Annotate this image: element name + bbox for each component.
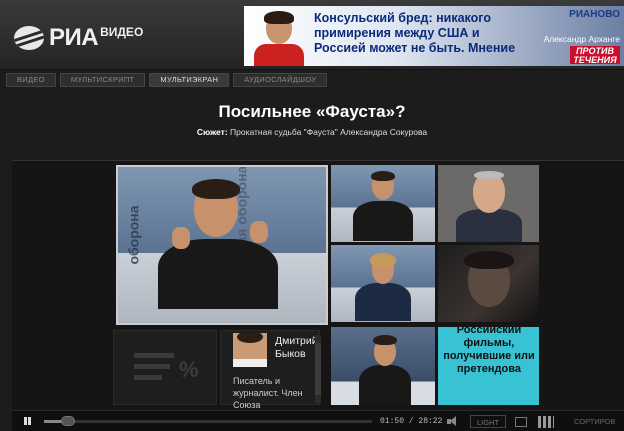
tab-multiscreen[interactable]: Мультиэкран xyxy=(149,73,230,87)
video-tile-2[interactable] xyxy=(331,165,435,242)
person-photo xyxy=(233,333,267,367)
speaker xyxy=(359,335,411,405)
speaker xyxy=(158,177,278,309)
grid-view-icon[interactable] xyxy=(538,416,554,428)
fullscreen-icon[interactable] xyxy=(515,417,527,427)
logo-subtext: ВИДЕО xyxy=(100,25,144,39)
banner-tag: ПРОТИВ ТЕЧЕНИЯ xyxy=(570,46,620,65)
info-scrollbar[interactable] xyxy=(315,335,321,403)
stats-card[interactable]: % xyxy=(113,330,217,405)
speaker xyxy=(353,171,413,241)
person-description: Писатель и журналист. Член Союза xyxy=(233,376,303,410)
film-face xyxy=(458,251,518,321)
person-info-card[interactable]: Дмитрий Быков Писатель и журналист. Член… xyxy=(220,330,321,410)
ria-globe-icon xyxy=(14,26,44,50)
percent-icon: % xyxy=(179,357,199,382)
light-button[interactable]: LIGHT xyxy=(470,415,506,428)
banner-headline: Консульский бред: никакого примирения ме… xyxy=(314,11,516,55)
seek-handle[interactable] xyxy=(61,416,76,426)
tile-caption: Российский фильмы, получившие или претен… xyxy=(443,327,535,375)
speaker xyxy=(456,171,522,242)
person-name: Дмитрий Быков xyxy=(275,335,318,360)
ad-banner[interactable]: Консульский бред: никакого примирения ме… xyxy=(244,6,624,66)
logo-text: РИА xyxy=(49,24,99,51)
pause-icon[interactable] xyxy=(22,415,34,428)
ria-video-logo[interactable]: РИА ВИДЕО xyxy=(14,24,143,52)
video-tile-4[interactable] xyxy=(331,245,435,322)
video-tile-5[interactable] xyxy=(438,245,539,322)
speaker xyxy=(355,253,411,321)
banner-brand: РИАНОВО xyxy=(569,9,620,20)
tab-video[interactable]: Видео xyxy=(6,73,56,87)
backdrop-word: оборона xyxy=(125,205,142,265)
story-line: Сюжет: Прокатная судьба "Фауста" Алексан… xyxy=(0,127,624,137)
player-controls: 01:50 / 28:22 LIGHT СОРТИРОВ xyxy=(12,410,624,431)
volume-icon[interactable] xyxy=(446,415,460,428)
page-title: Посильнее «Фауста»? xyxy=(218,102,406,121)
video-tile-7[interactable]: Российский фильмы, получившие или претен… xyxy=(438,327,539,405)
banner-author: Александр Арханге xyxy=(543,34,620,44)
video-tile-3[interactable] xyxy=(438,165,539,242)
site-header: РИА ВИДЕО Консульский бред: никакого при… xyxy=(0,0,624,70)
story-link[interactable]: Прокатная судьба "Фауста" Александра Сок… xyxy=(228,127,427,137)
story-label: Сюжет: xyxy=(196,127,228,137)
mode-tabs: Видео Мультискрипт Мультиэкран Аудиослай… xyxy=(6,73,328,87)
tab-multiscript[interactable]: Мультискрипт xyxy=(59,73,146,87)
time-readout: 01:50 / 28:22 xyxy=(380,417,443,426)
tab-audioslideshow[interactable]: Аудиослайдшоу xyxy=(233,73,328,87)
seek-bar[interactable] xyxy=(44,416,372,426)
banner-portrait xyxy=(252,10,306,66)
sort-button[interactable]: СОРТИРОВ xyxy=(574,415,615,428)
video-tile-6[interactable] xyxy=(331,327,435,405)
video-tile-main[interactable]: оборона ая оборона xyxy=(116,165,328,325)
